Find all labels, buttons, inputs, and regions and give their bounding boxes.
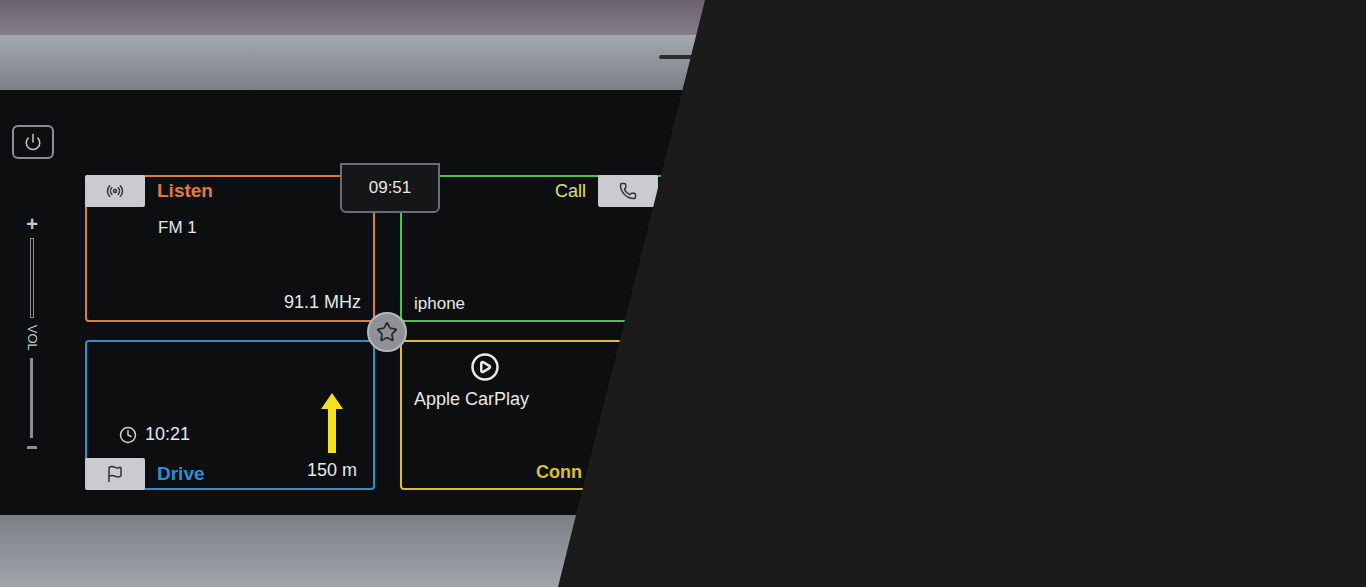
radio-frequency: 91.1 MHz — [284, 289, 373, 320]
carplay-label: Apple CarPlay — [414, 386, 529, 413]
tile-title: Drive — [157, 460, 205, 489]
arrow-up-icon — [321, 393, 343, 453]
favorites-button[interactable] — [367, 312, 407, 352]
clock: 09:51 — [369, 175, 412, 201]
carplay-icon — [470, 352, 500, 382]
volume-label: VOL — [22, 325, 42, 351]
volume-plus: + — [26, 214, 38, 234]
drive-tile[interactable]: 10:21 Drive 150 m — [85, 340, 375, 490]
radio-source: FM 1 — [87, 207, 373, 241]
home-grid: ListenFM 191.1 MHzCalliphone10:21Drive15… — [72, 90, 680, 515]
clock-tab: 09:51 — [340, 163, 440, 213]
tile-title: Listen — [157, 177, 213, 206]
power-button[interactable] — [12, 125, 54, 159]
radio-icon[interactable] — [85, 175, 145, 207]
tile-title: Call — [555, 178, 586, 205]
star-icon — [376, 321, 398, 343]
listen-tile[interactable]: ListenFM 1 91.1 MHz — [85, 175, 375, 322]
flag-icon[interactable] — [85, 458, 145, 490]
phone-icon[interactable] — [598, 175, 658, 207]
side-controls: + VOL — [0, 90, 72, 515]
banner: +VOLListenFM 191.1 MHzCalliphone10:21Dri… — [0, 0, 1366, 587]
clock-icon — [119, 426, 137, 444]
arrival-time: 10:21 — [145, 421, 190, 448]
volume-slider[interactable]: + VOL — [19, 214, 45, 449]
turn-distance: 150 m — [307, 457, 357, 484]
power-icon — [24, 133, 42, 151]
